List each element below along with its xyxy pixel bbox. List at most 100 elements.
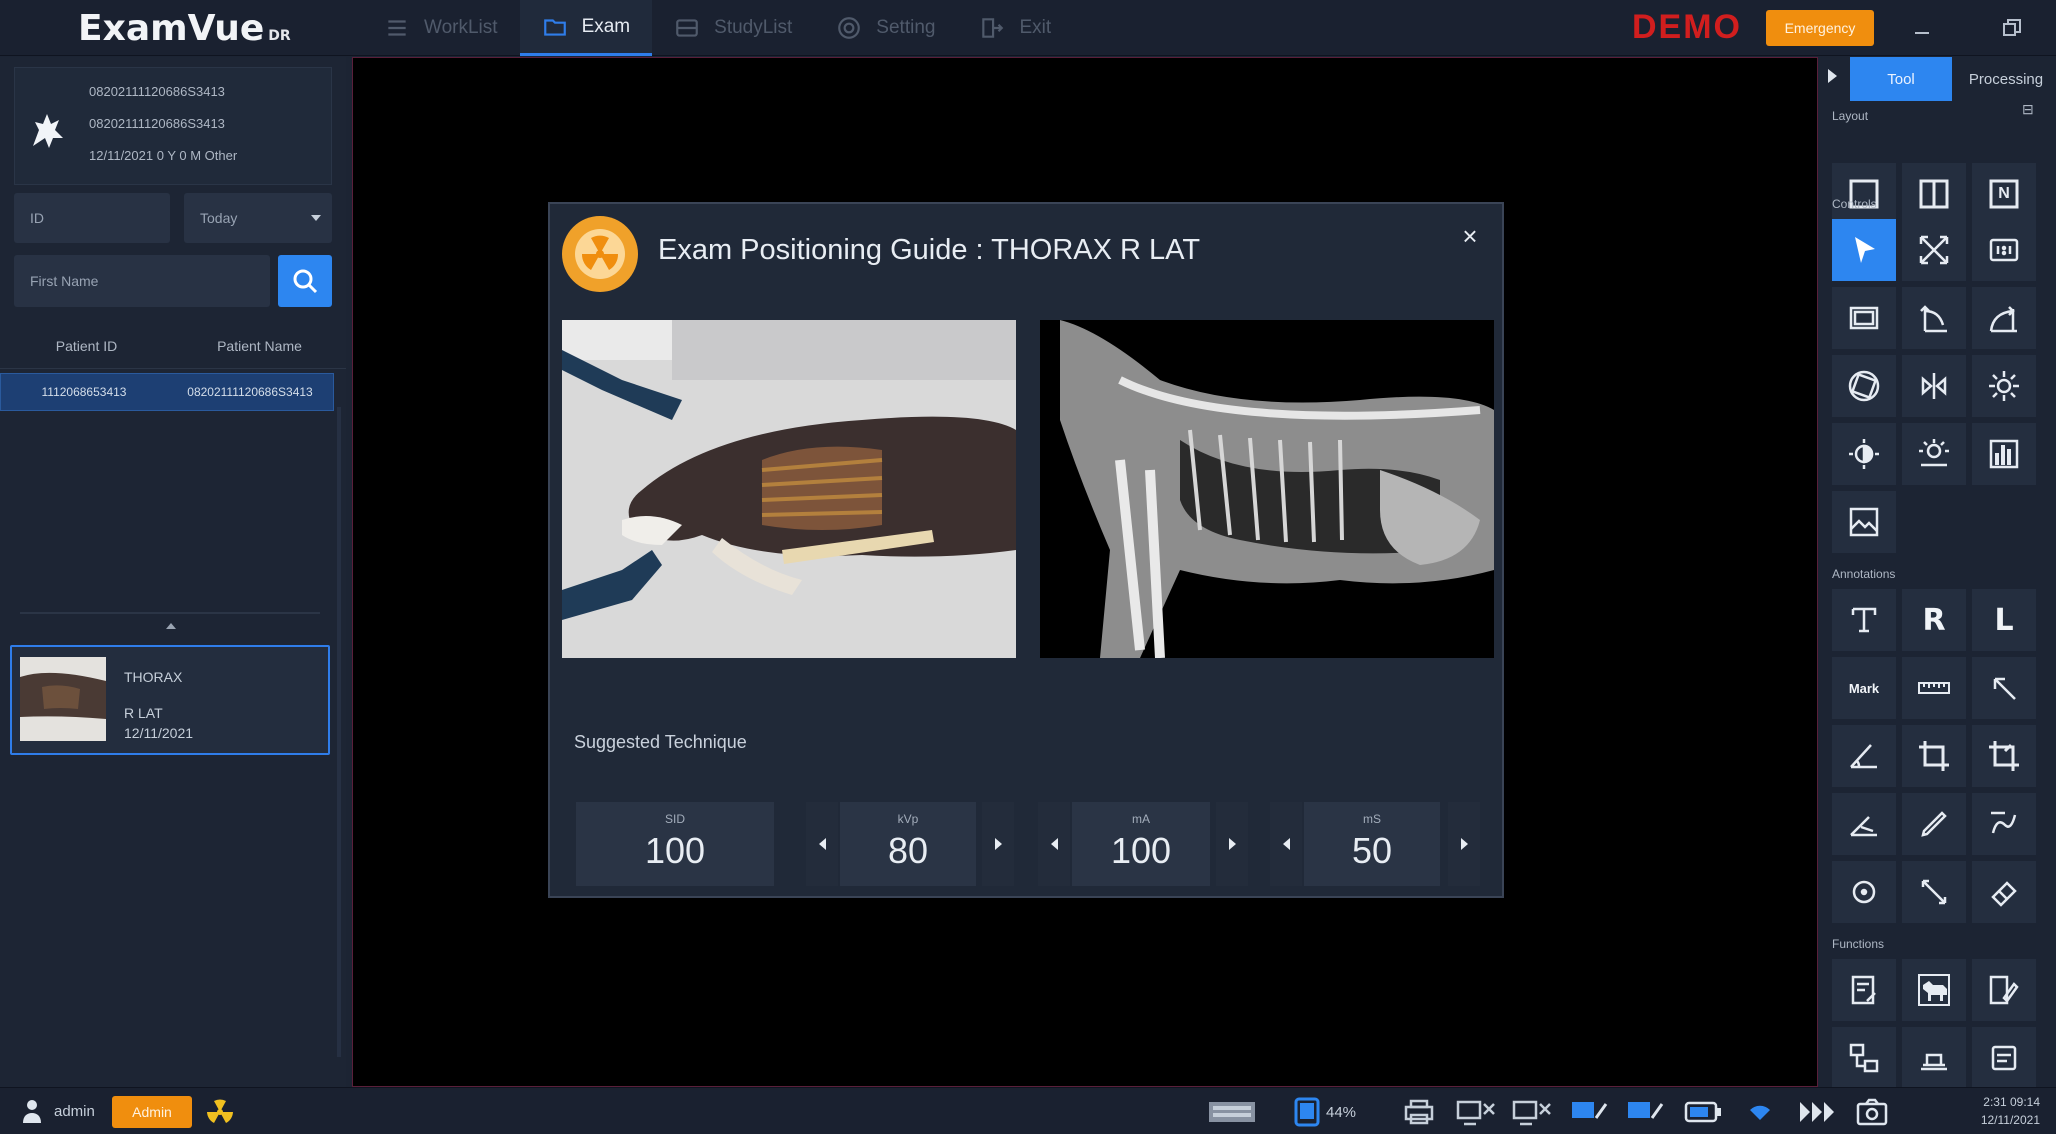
tab-processing[interactable]: Processing bbox=[1956, 57, 2056, 101]
demo-label: DEMO bbox=[1632, 8, 1742, 46]
close-button[interactable]: × bbox=[1456, 221, 1484, 251]
r-marker-button[interactable]: R bbox=[1902, 589, 1966, 651]
search-button[interactable] bbox=[278, 255, 332, 307]
detector-button[interactable] bbox=[1902, 1027, 1966, 1089]
list-scrollbar[interactable] bbox=[337, 407, 341, 1057]
ma-field[interactable]: mA 100 bbox=[1072, 802, 1210, 886]
first-name-input[interactable]: First Name bbox=[14, 255, 270, 307]
chevron-down-icon bbox=[311, 215, 321, 221]
crop-region-button[interactable] bbox=[1832, 287, 1896, 349]
layout-options-icon[interactable]: ⊟ bbox=[2022, 101, 2034, 118]
exam-list-item[interactable]: THORAX R LAT 12/11/2021 bbox=[10, 645, 330, 755]
layout-split-button[interactable] bbox=[1902, 163, 1966, 225]
cobb-angle-icon bbox=[1850, 816, 1877, 837]
sid-field[interactable]: SID 100 bbox=[576, 802, 774, 886]
brightness-button[interactable] bbox=[1972, 355, 2036, 417]
nav-exit[interactable]: Exit bbox=[957, 0, 1073, 56]
kvp-field[interactable]: kVp 80 bbox=[840, 802, 976, 886]
detector-link-2[interactable] bbox=[1626, 1098, 1666, 1126]
fit-tool-button[interactable] bbox=[1902, 219, 1966, 281]
network-status-1[interactable] bbox=[1456, 1098, 1496, 1126]
patient-card[interactable]: 08202111120686S3413 08202111120686S3413 … bbox=[14, 67, 332, 185]
panel-toggle-icon[interactable] bbox=[1828, 69, 1837, 83]
ruler-tool-button[interactable] bbox=[1902, 657, 1966, 719]
fast-forward-button[interactable] bbox=[1798, 1098, 1836, 1126]
report-button[interactable] bbox=[1832, 959, 1896, 1021]
ms-decrease-button[interactable] bbox=[1270, 802, 1302, 886]
line-measure-button[interactable] bbox=[1902, 861, 1966, 923]
collapse-up-icon[interactable] bbox=[166, 623, 176, 629]
l-marker-button[interactable]: L bbox=[1972, 589, 2036, 651]
positioning-guide-button[interactable] bbox=[1902, 959, 1966, 1021]
split-frame-icon bbox=[1919, 179, 1949, 209]
exam-position: R LAT bbox=[124, 705, 163, 721]
network-icon bbox=[1849, 1043, 1879, 1073]
image-adjust-button[interactable] bbox=[1832, 491, 1896, 553]
nav-worklist[interactable]: WorkList bbox=[362, 0, 520, 56]
cobb-angle-button[interactable] bbox=[1832, 793, 1896, 855]
keyboard-icon[interactable] bbox=[1208, 1098, 1256, 1126]
network-status-2[interactable] bbox=[1512, 1098, 1552, 1126]
mark-tool-button[interactable]: Mark bbox=[1832, 657, 1896, 719]
eraser-tool-button[interactable] bbox=[1972, 861, 2036, 923]
freehand-icon bbox=[1991, 811, 2017, 834]
r-marker-label: R bbox=[1922, 602, 1946, 638]
dicom-button[interactable] bbox=[1972, 1027, 2036, 1089]
ms-increase-button[interactable] bbox=[1448, 802, 1480, 886]
annotate-button[interactable] bbox=[1972, 959, 2036, 1021]
screenshot-button[interactable] bbox=[1856, 1098, 1888, 1126]
chevron-right-icon bbox=[994, 838, 1002, 850]
flip-tool-button[interactable] bbox=[1832, 355, 1896, 417]
radiation-icon bbox=[562, 216, 638, 292]
nav-setting-label: Setting bbox=[876, 17, 936, 38]
crop-tool-button[interactable] bbox=[1902, 725, 1966, 787]
layout-n-button[interactable]: N bbox=[1972, 163, 2036, 225]
flip-horizontal-icon bbox=[1921, 373, 1947, 399]
contrast-button[interactable] bbox=[1832, 423, 1896, 485]
arrow-tool-button[interactable] bbox=[1972, 657, 2036, 719]
kvp-decrease-button[interactable] bbox=[806, 802, 838, 886]
layout-single-button[interactable] bbox=[1832, 163, 1896, 225]
document-edit-icon bbox=[1851, 975, 1876, 1005]
angle-tool-button[interactable] bbox=[1832, 725, 1896, 787]
col-patient-id[interactable]: Patient ID bbox=[0, 338, 173, 354]
crop-alt-button[interactable] bbox=[1972, 725, 2036, 787]
kvp-increase-button[interactable] bbox=[982, 802, 1014, 886]
network-button[interactable] bbox=[1832, 1027, 1896, 1089]
text-tool-button[interactable] bbox=[1832, 589, 1896, 651]
table-row[interactable]: 1112068653413 08202111120686S3413 bbox=[0, 373, 334, 411]
ma-increase-button[interactable] bbox=[1216, 802, 1248, 886]
one-to-one-button[interactable] bbox=[1972, 219, 2036, 281]
col-patient-name[interactable]: Patient Name bbox=[173, 338, 346, 354]
restore-button[interactable] bbox=[1994, 10, 2030, 46]
ma-decrease-button[interactable] bbox=[1038, 802, 1070, 886]
minimize-icon bbox=[1915, 32, 1929, 34]
rotate-right-button[interactable] bbox=[1972, 287, 2036, 349]
minimize-button[interactable] bbox=[1904, 10, 1940, 46]
flip-horizontal-button[interactable] bbox=[1902, 355, 1966, 417]
restore-icon bbox=[2003, 19, 2021, 36]
emergency-button[interactable]: Emergency bbox=[1766, 10, 1874, 46]
nav-exam[interactable]: Exam bbox=[519, 0, 653, 56]
wifi-status[interactable] bbox=[1746, 1098, 1774, 1126]
ms-label: mS bbox=[1363, 812, 1381, 826]
date-filter-select[interactable]: Today bbox=[184, 193, 332, 243]
nav-worklist-label: WorkList bbox=[424, 17, 498, 38]
nav-studylist[interactable]: StudyList bbox=[652, 0, 814, 56]
tab-tool[interactable]: Tool bbox=[1850, 57, 1952, 101]
nav-setting[interactable]: Setting bbox=[814, 0, 957, 56]
printer-button[interactable] bbox=[1404, 1098, 1434, 1126]
histogram-button[interactable] bbox=[1972, 423, 2036, 485]
auto-level-button[interactable] bbox=[1902, 423, 1966, 485]
logo-suffix: DR bbox=[268, 28, 291, 44]
id-filter-input[interactable]: ID bbox=[14, 193, 170, 243]
draw-tool-button[interactable] bbox=[1902, 793, 1966, 855]
pointer-tool-button[interactable] bbox=[1832, 219, 1896, 281]
section-layout: Layout bbox=[1832, 109, 1869, 123]
fast-forward-icon bbox=[1800, 1102, 1834, 1122]
freehand-tool-button[interactable] bbox=[1972, 793, 2036, 855]
detector-link-1[interactable] bbox=[1570, 1098, 1610, 1126]
circle-tool-button[interactable] bbox=[1832, 861, 1896, 923]
rotate-left-button[interactable] bbox=[1902, 287, 1966, 349]
ms-field[interactable]: mS 50 bbox=[1304, 802, 1440, 886]
